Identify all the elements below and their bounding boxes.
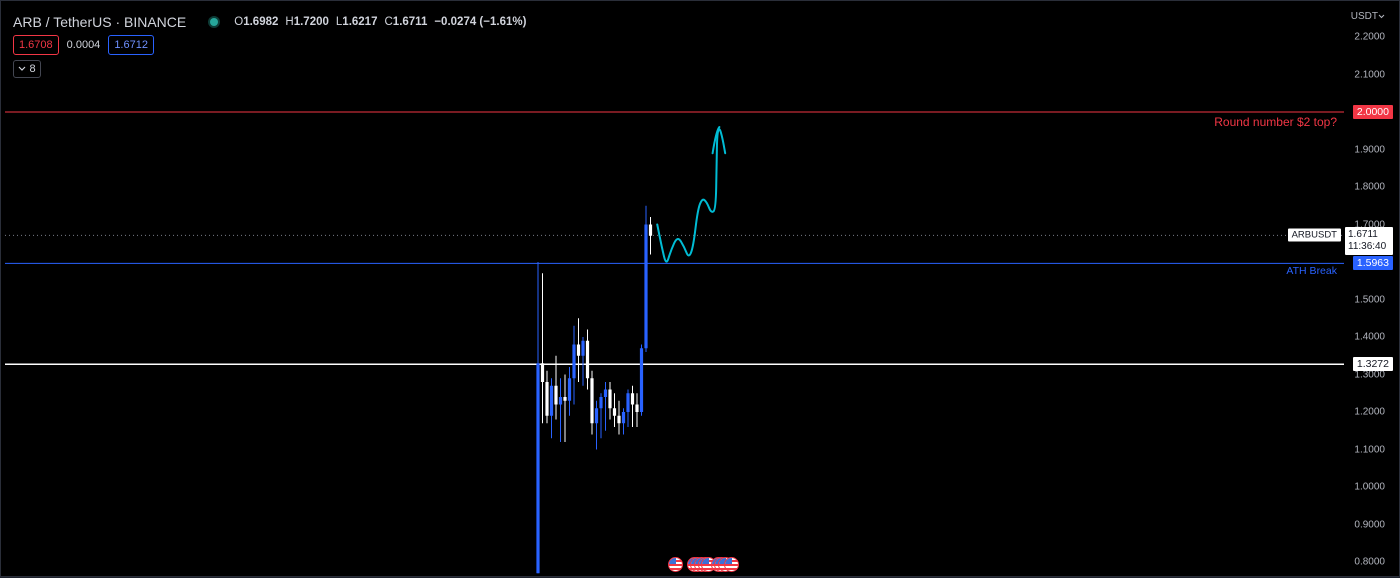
candle[interactable] [585,329,590,390]
candle-body [563,397,567,401]
candle-body [549,385,554,416]
chevron-down-icon [19,66,26,71]
last-price-value: 1.6711 [1348,229,1378,241]
bar-countdown: 11:36:40 [1348,241,1387,253]
candle[interactable] [549,378,554,439]
close-value: 1.6711 [392,16,428,28]
change-value: −0.0274 (−1.61%) [434,16,527,28]
y-tick-label: 1.5000 [1354,294,1385,305]
candle-body [617,415,621,424]
candle-body [648,224,653,236]
candle[interactable] [594,400,599,450]
candle-body [603,389,608,397]
candle-body [630,393,635,405]
candle[interactable] [648,217,653,255]
low-value: 1.6217 [342,16,378,28]
close-label: C [384,16,393,28]
y-tick-label: 1.4000 [1354,331,1385,343]
currency-selector[interactable]: USDT [1351,11,1385,22]
sell-button[interactable]: 1.6708 [13,35,59,55]
candle-body [567,378,572,401]
line-annotation: ATH Break [1286,265,1337,278]
candle[interactable] [617,400,621,435]
projection-path[interactable] [656,128,727,263]
candle[interactable] [536,262,540,574]
candle[interactable] [590,370,594,435]
candle[interactable] [626,389,630,428]
candle[interactable] [599,393,603,439]
y-tick-label: 1.2000 [1354,406,1385,418]
y-tick-label: 0.8000 [1354,556,1385,568]
candle-body [626,393,630,412]
candle[interactable] [635,393,639,427]
candle[interactable] [540,273,545,424]
us-flag-icon[interactable] [723,557,739,572]
spread-value: 0.0004 [66,39,101,51]
open-value: 1.6982 [243,16,279,28]
indicators-toggle-button[interactable]: 8 [13,60,41,78]
y-tick-label: 1.8000 [1354,181,1385,193]
symbol-price-tag: ARBUSDT [1287,228,1341,242]
candle-body [585,340,590,379]
symbol-title[interactable]: ARB / TetherUS · BINANCE [13,14,186,30]
candle-body [599,397,603,409]
last-price-box: 1.6711 11:36:40 [1345,227,1393,256]
candle-body [572,344,576,379]
candle[interactable] [644,205,648,352]
candle[interactable] [572,325,576,405]
candle[interactable] [545,370,549,424]
candle-body [612,408,617,416]
high-value: 1.7200 [293,16,329,28]
candle-body [558,397,563,405]
price-tag: 2.0000 [1352,105,1393,119]
candle[interactable] [621,408,626,435]
ohlc-values: O1.6982 H1.7200 L1.6217 C1.6711 −0.0274 … [234,16,526,28]
high-label: H [285,16,294,28]
candle-body [554,385,558,405]
y-tick-label: 1.1000 [1354,444,1385,455]
candle[interactable] [567,367,572,416]
candle-body [644,224,648,349]
candle-body [581,340,585,356]
indicators-count: 8 [29,63,36,75]
candle[interactable] [581,337,585,386]
candle-body [594,408,599,424]
candle-body [540,363,545,382]
candle-body [576,344,581,356]
y-tick-label: 2.2000 [1354,31,1385,43]
open-label: O [234,16,244,28]
buy-button[interactable]: 1.6712 [108,35,154,55]
symbol-legend: ARB / TetherUS · BINANCE O1.6982 H1.7200… [13,12,526,32]
y-tick-label: 2.1000 [1354,69,1385,80]
price-tag: 1.3272 [1352,357,1393,372]
market-status-icon[interactable] [210,18,219,26]
candle-body [608,389,612,409]
chart-canvas[interactable] [1,1,1400,578]
trade-buttons: 1.6708 0.0004 1.6712 [13,35,154,55]
y-tick-label: 1.0000 [1354,481,1385,493]
candle[interactable] [612,393,617,427]
chart-frame[interactable]: ARB / TetherUS · BINANCE O1.6982 H1.7200… [0,0,1400,577]
candle-body [536,363,540,574]
price-tag: 1.5963 [1352,256,1393,271]
candle[interactable] [554,355,558,420]
candle[interactable] [608,382,612,420]
candle[interactable] [563,374,567,443]
currency-label: USDT [1350,11,1378,22]
candle[interactable] [639,344,644,416]
candle-body [635,404,639,412]
candle-body [639,348,644,412]
y-tick-label: 0.9000 [1354,519,1385,530]
candle-body [621,412,626,424]
candle[interactable] [558,378,563,442]
candle[interactable] [576,318,581,382]
candle[interactable] [603,382,608,431]
y-tick-label: 1.9000 [1354,144,1385,155]
candle-body [590,378,594,424]
chevron-down-icon [1378,14,1385,19]
candle[interactable] [630,385,635,427]
line-annotation: Round number $2 top? [1214,115,1337,129]
candle-body [545,382,549,416]
